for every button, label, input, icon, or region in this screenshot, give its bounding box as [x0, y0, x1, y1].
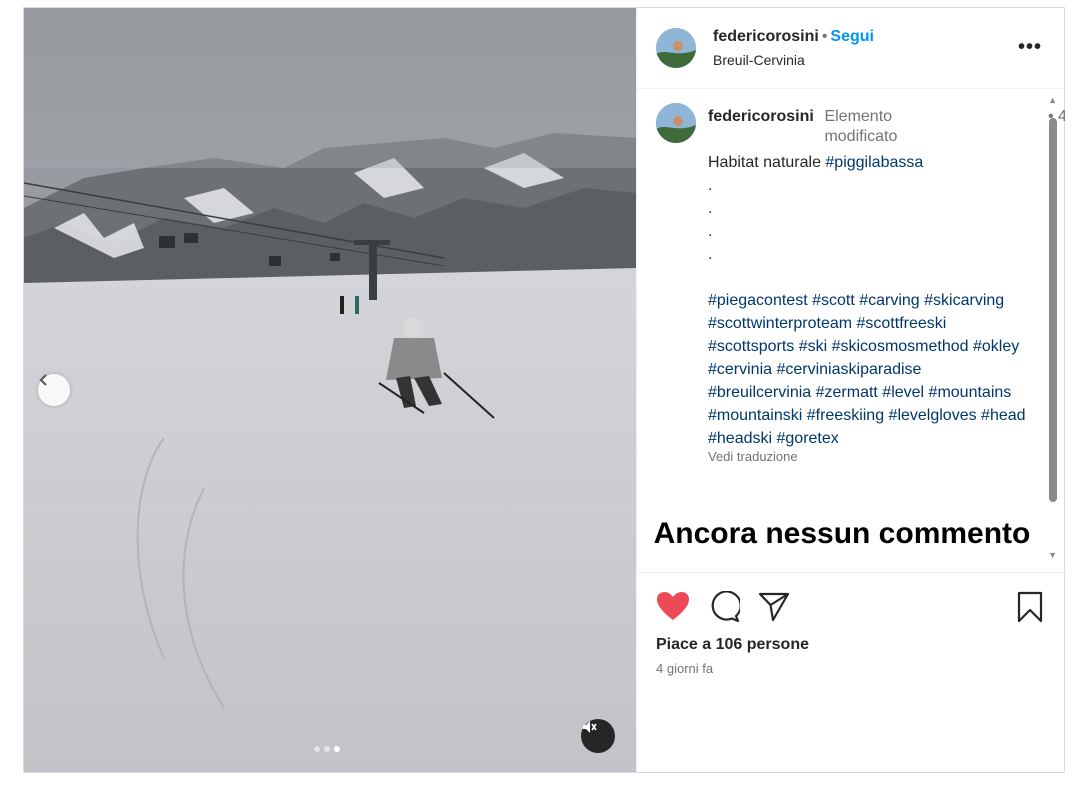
post-location[interactable]: Breuil-Cervinia — [713, 52, 805, 68]
comment-icon — [711, 590, 742, 623]
edited-label: Elemento modificato — [824, 108, 898, 145]
avatar[interactable] — [656, 103, 696, 143]
author-username[interactable]: federicorosini — [713, 28, 819, 45]
post-dialog: federicorosini • Segui Breuil-Cervinia •••… — [23, 7, 1065, 773]
heart-icon — [657, 592, 689, 620]
chevron-left-icon — [39, 374, 47, 386]
share-icon — [758, 592, 790, 622]
post-time[interactable]: 4 giorni fa — [656, 661, 713, 676]
slide-dot-active — [334, 746, 340, 752]
separator-dot: • — [821, 28, 828, 45]
caption-dot: . — [708, 246, 713, 263]
comment-button[interactable] — [708, 590, 742, 628]
caption-dot: . — [708, 223, 713, 240]
caption-header: federicorosini Elemento modificato • 4 g — [708, 107, 1065, 147]
avatar-image — [656, 28, 696, 68]
bookmark-icon — [1017, 591, 1043, 623]
no-comments-title: Ancora nessun commento — [653, 517, 1031, 550]
avatar-image — [656, 103, 696, 143]
save-button[interactable] — [1016, 591, 1044, 628]
slide-dot — [314, 746, 320, 752]
like-button[interactable] — [656, 591, 690, 626]
follow-button[interactable]: Segui — [830, 28, 874, 45]
more-options-button[interactable]: ••• — [1018, 36, 1042, 59]
post-sidebar: federicorosini • Segui Breuil-Cervinia •••… — [636, 8, 1065, 772]
mute-toggle-button[interactable] — [581, 719, 615, 753]
scroll-up-arrow[interactable]: ▲ — [1048, 95, 1057, 105]
scrollbar-thumb[interactable] — [1049, 118, 1057, 502]
comments-panel[interactable]: federicorosini Elemento modificato • 4 g… — [637, 90, 1065, 572]
speaker-muted-icon — [583, 721, 597, 733]
slide-indicator — [314, 746, 340, 752]
share-button[interactable] — [758, 591, 790, 628]
action-bar: Piace a 106 persone 4 giorni fa — [637, 572, 1065, 772]
see-translation-link[interactable]: Vedi traduzione — [708, 450, 1028, 464]
scroll-down-arrow[interactable]: ▼ — [1048, 550, 1057, 560]
hashtag-list[interactable]: #piegacontest #scott #carving #skicarvin… — [708, 289, 1028, 450]
caption-text: Habitat naturale #piggilabassa . . . . #… — [708, 151, 1028, 464]
caption-username[interactable]: federicorosini — [708, 107, 818, 127]
likes-count[interactable]: Piace a 106 persone — [656, 636, 809, 654]
avatar[interactable] — [656, 28, 696, 68]
post-media[interactable] — [24, 8, 636, 772]
hashtag-link[interactable]: #piggilabassa — [825, 154, 923, 171]
caption-dot: . — [708, 177, 713, 194]
ski-scene-image — [24, 8, 636, 772]
post-header: federicorosini • Segui Breuil-Cervinia ••• — [637, 8, 1064, 89]
caption-dot: . — [708, 200, 713, 217]
caption-intro: Habitat naturale — [708, 154, 826, 171]
slide-dot — [324, 746, 330, 752]
previous-slide-button[interactable] — [38, 374, 70, 406]
